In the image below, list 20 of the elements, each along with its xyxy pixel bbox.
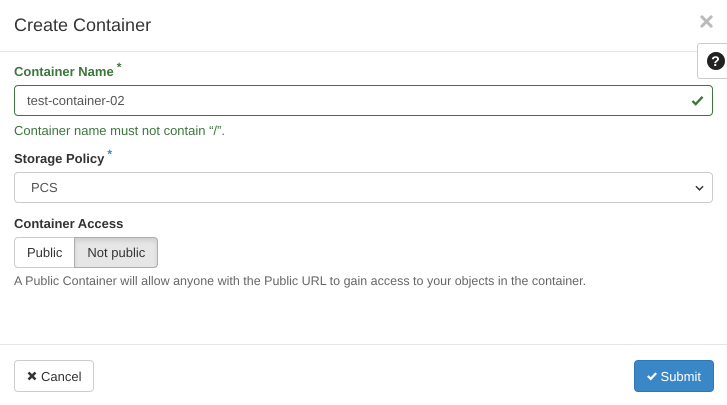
- required-mark: *: [116, 60, 122, 76]
- help-text: Container name must not contain “/”.: [14, 123, 226, 138]
- required-mark: *: [107, 147, 112, 163]
- close-icon: [27, 371, 37, 381]
- check-icon: [691, 95, 704, 106]
- field-label: Container Access: [14, 216, 124, 231]
- access-option[interactable]: Not public: [74, 237, 158, 268]
- access-option[interactable]: Public: [14, 237, 76, 268]
- access-description: A Public Container will allow anyone with the Public URL to gain access to your objects in the container.: [14, 274, 588, 288]
- check-icon: [646, 371, 657, 381]
- container-name-field[interactable]: test-container-02: [14, 85, 713, 116]
- field-label: Container Name: [14, 64, 114, 79]
- close-icon[interactable]: [700, 15, 713, 28]
- storage-policy-select[interactable]: PCS: [14, 172, 713, 203]
- submit-button[interactable]: Submit: [634, 360, 714, 392]
- caret-icon: [695, 184, 704, 190]
- cancel-button[interactable]: Cancel: [14, 360, 94, 392]
- help-tab[interactable]: ?: [697, 43, 727, 79]
- field-label: Storage Policy: [14, 151, 104, 166]
- dialog-title: Create Container: [14, 15, 152, 36]
